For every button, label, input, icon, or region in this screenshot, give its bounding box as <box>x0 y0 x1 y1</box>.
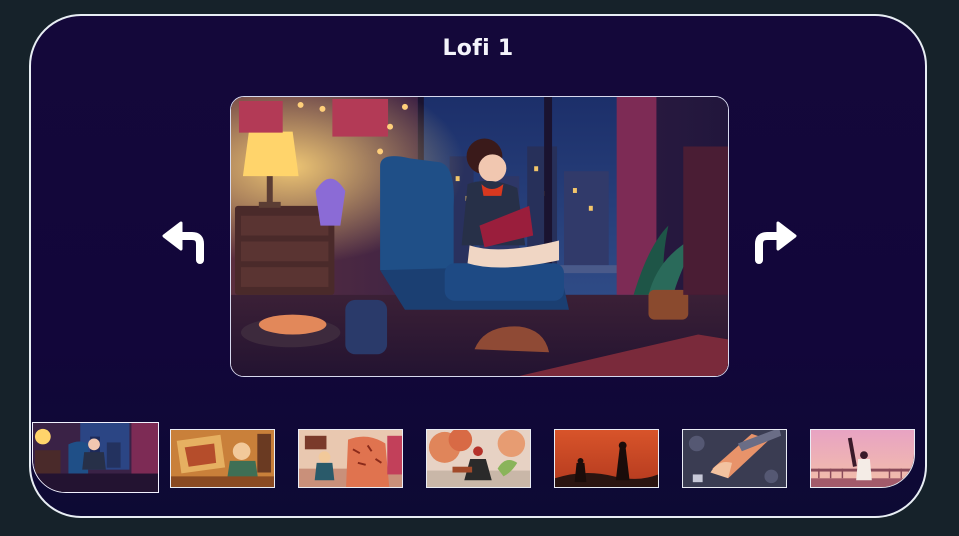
previous-button[interactable] <box>160 218 210 264</box>
turn-left-arrow-icon <box>162 221 204 264</box>
thumbnail-1[interactable] <box>32 422 159 493</box>
thumbnail-2[interactable] <box>170 429 275 488</box>
thumbnail-4[interactable] <box>426 429 531 488</box>
gallery-title: Lofi 1 <box>442 36 514 61</box>
thumbnail-7[interactable] <box>810 429 915 488</box>
thumbnail-5[interactable] <box>554 429 659 488</box>
thumbnail-6[interactable] <box>682 429 787 488</box>
gallery-card: Lofi 1 <box>29 14 927 518</box>
turn-right-arrow-icon <box>755 221 797 264</box>
next-button[interactable] <box>749 218 799 264</box>
thumbnail-3[interactable] <box>298 429 403 488</box>
main-slide-image <box>230 96 729 377</box>
